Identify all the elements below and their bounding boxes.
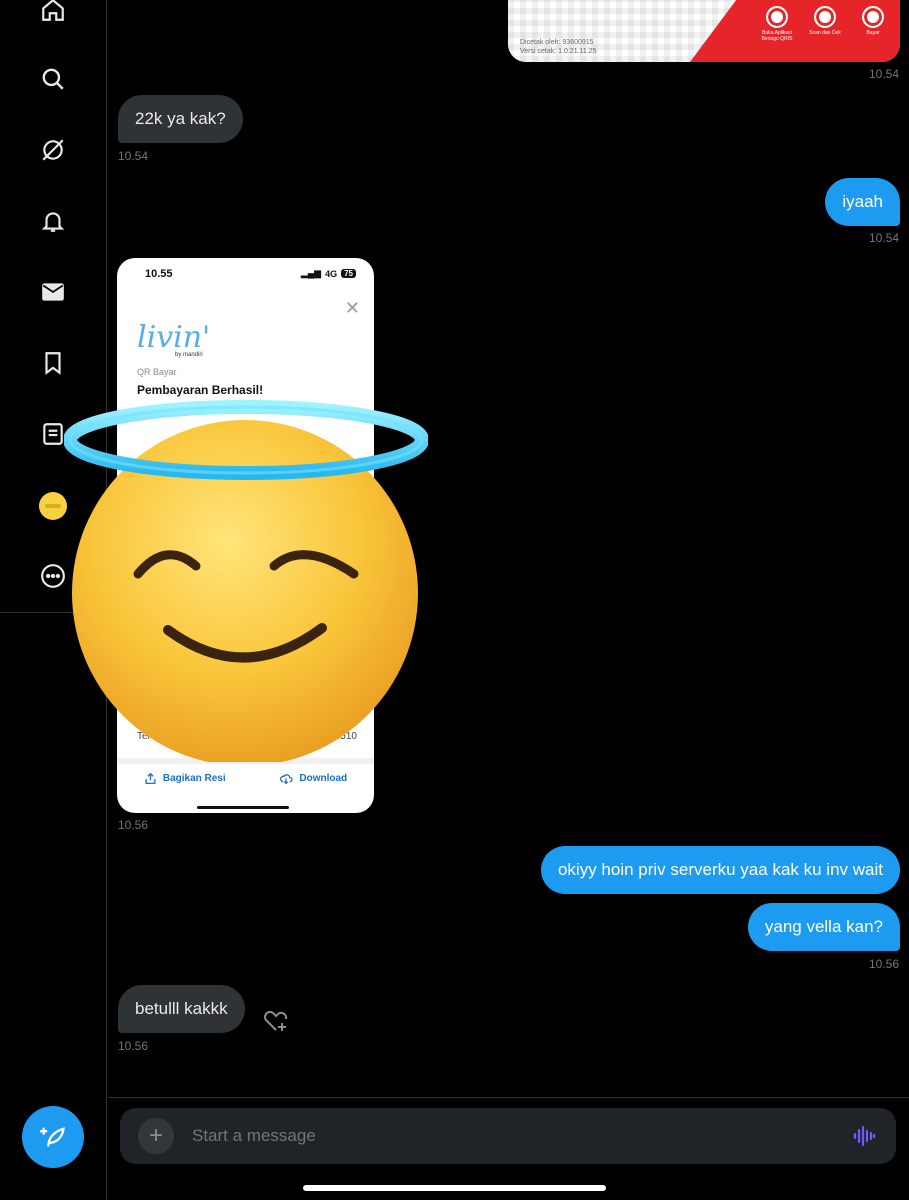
receipt-steps: Buka Aplikasi Berlogo QRIS Scan dan Cek … (760, 6, 890, 42)
avatar[interactable] (39, 492, 67, 520)
scan-icon (814, 6, 836, 28)
signal-icon: ▂▄▆ (300, 268, 322, 278)
share-icon (145, 772, 156, 784)
bookmark-icon[interactable] (38, 348, 68, 378)
message-bubble-incoming[interactable]: betulll kakkk (118, 985, 245, 1033)
bell-icon[interactable] (38, 206, 68, 236)
home-icon[interactable] (38, 0, 68, 25)
message-time: 10.56 (118, 818, 149, 832)
grok-icon[interactable] (38, 135, 68, 165)
phone-home-indicator (197, 806, 289, 809)
add-reaction-icon[interactable] (262, 1008, 290, 1034)
message-composer: + (120, 1108, 896, 1164)
close-icon: ✕ (344, 298, 360, 318)
message-bubble-outgoing[interactable]: iyaah (825, 178, 900, 226)
pay-icon (862, 6, 884, 28)
receipt-step-label: Buka Aplikasi Berlogo QRIS (761, 30, 793, 42)
phone-status-bar: 10.55 ▂▄▆ 4G 75 (117, 268, 374, 288)
message-bubble-outgoing[interactable]: yang vella kan? (747, 903, 900, 951)
status-time: 10.55 (145, 268, 173, 280)
receipt-step: Scan dan Cek (808, 6, 842, 42)
download-label: Download (299, 772, 348, 784)
message-time: 10.54 (868, 231, 899, 245)
status-signal: ▂▄▆ 4G 75 (301, 268, 356, 279)
share-receipt: Bagikan Resi (144, 772, 226, 785)
app-logo: livin' (137, 320, 211, 355)
message-input[interactable] (192, 1108, 832, 1164)
message-time: 10.54 (118, 149, 149, 163)
receipt-version: Versi cetak: 1.0.21.11.25 (520, 48, 597, 55)
cloud-download-icon (280, 773, 293, 784)
message-time: 10.56 (868, 957, 899, 971)
screenshot-subtitle: QR Bayar (137, 367, 177, 377)
message-bubble-incoming[interactable]: 22k ya kak? (118, 95, 243, 143)
receipt-printed-by: Dicetak oleh: 93600915 (520, 39, 594, 46)
receipt-step-label: Scan dan Cek (809, 30, 841, 36)
message-bubble-outgoing[interactable]: okiyy hoin priv serverku yaa kak ku inv … (540, 846, 900, 894)
screenshot-footer: Bagikan Resi Download (117, 758, 374, 792)
home-indicator (303, 1185, 606, 1191)
plus-icon[interactable]: + (138, 1118, 174, 1154)
download-receipt: Download (279, 772, 347, 785)
voice-icon[interactable] (852, 1124, 876, 1148)
receipt-step: Buka Aplikasi Berlogo QRIS (760, 6, 794, 42)
battery-level: 75 (341, 269, 356, 278)
halo-emoji-icon (64, 400, 428, 762)
search-icon[interactable] (38, 64, 68, 94)
receipt-step-label: Bayar (866, 30, 880, 36)
compose-icon (40, 1127, 65, 1147)
receipt-step: Bayar (856, 6, 890, 42)
network-label: 4G (325, 268, 338, 279)
compose-button[interactable] (22, 1106, 84, 1168)
phone-icon (766, 6, 788, 28)
composer-divider (108, 1097, 909, 1098)
message-time: 10.54 (868, 67, 899, 81)
app-logo-by: by mandiri (175, 352, 203, 358)
screenshot-title: Pembayaran Berhasil! (137, 383, 264, 397)
mail-icon[interactable] (38, 277, 68, 307)
receipt-print-info: Dicetak oleh: 93600915 Versi cetak: 1.0.… (520, 38, 597, 56)
sent-image-receipt[interactable]: Dicetak oleh: 93600915 Versi cetak: 1.0.… (508, 0, 900, 62)
message-time: 10.56 (118, 1039, 149, 1053)
share-label: Bagikan Resi (162, 772, 226, 784)
avatar-mark (45, 504, 61, 508)
